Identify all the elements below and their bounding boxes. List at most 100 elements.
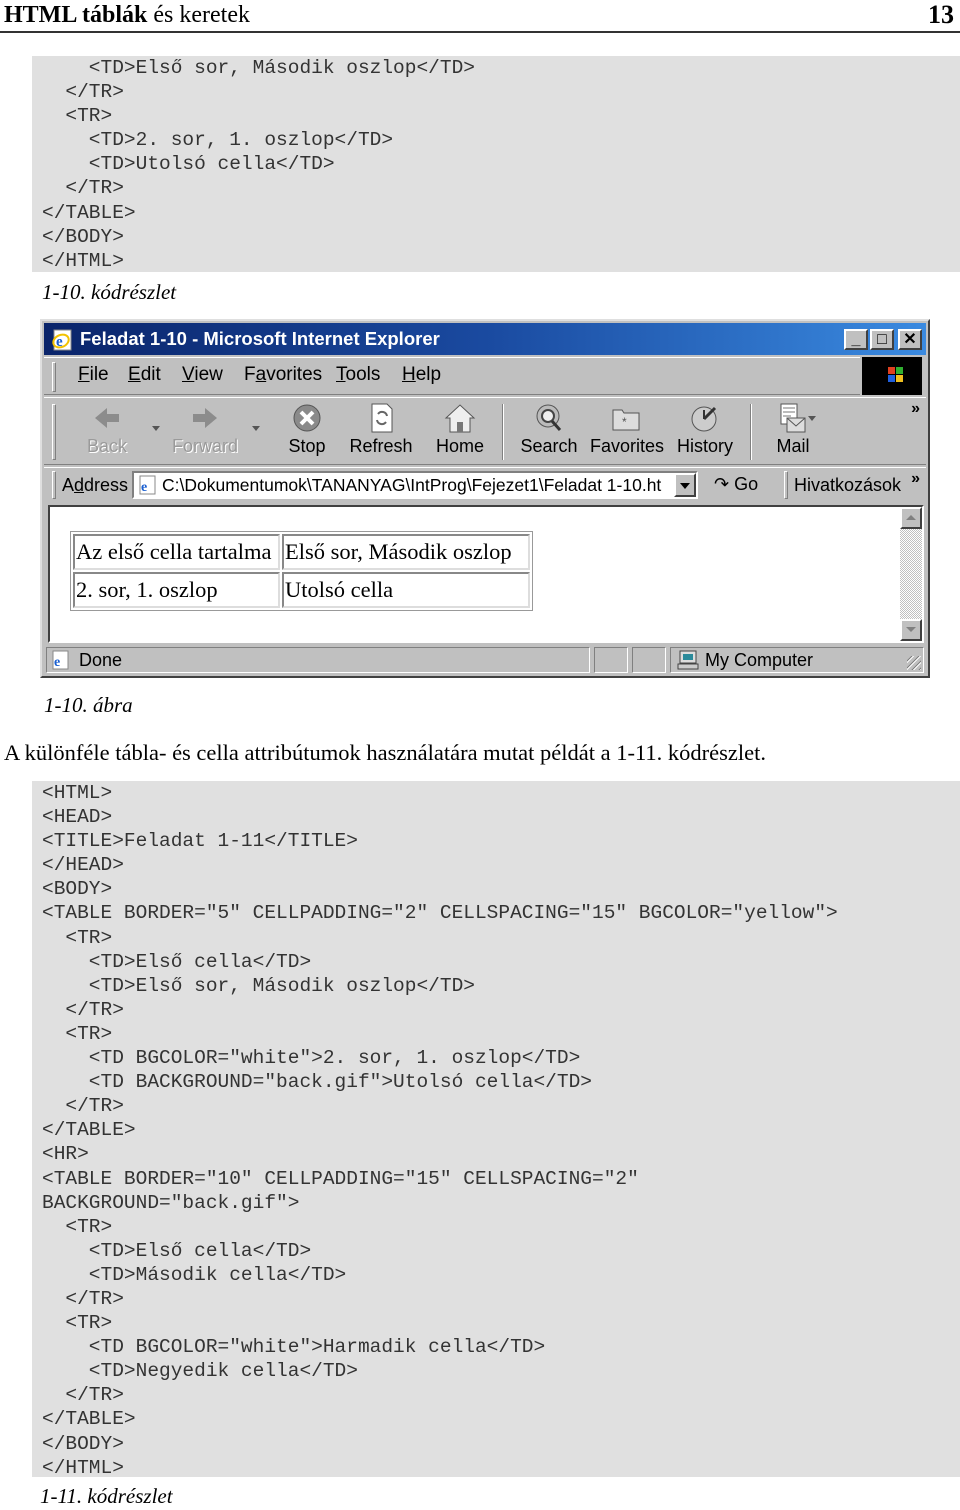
forward-label: Forward	[172, 436, 239, 456]
history-button[interactable]: History	[676, 402, 734, 462]
page-number: 13	[928, 0, 954, 29]
back-button[interactable]: Back	[74, 402, 140, 462]
code-line: <TITLE>Feladat 1-11</TITLE>	[42, 830, 358, 853]
table-cell: Első sor, Második oszlop	[282, 534, 530, 570]
refresh-label: Refresh	[349, 436, 413, 456]
toolbar-grip[interactable]	[52, 404, 56, 460]
go-label: Go	[734, 474, 759, 494]
stop-label: Stop	[288, 436, 326, 456]
code-line: </TR>	[42, 81, 124, 104]
code-line: </TR>	[42, 1384, 124, 1407]
resize-grip[interactable]	[907, 656, 921, 670]
caption-figure-1-10: 1-10. ábra	[44, 693, 133, 717]
vertical-scrollbar[interactable]	[900, 507, 922, 641]
search-label: Search	[520, 436, 578, 456]
minimize-button[interactable]: _	[844, 329, 868, 350]
code-line: <TD>Első sor, Második oszlop</TD>	[42, 57, 475, 79]
code-line: <BODY>	[42, 878, 113, 901]
mail-dropdown-icon[interactable]	[808, 416, 816, 421]
code-block-1-11: <HTML> <HEAD> <TITLE>Feladat 1-11</TITLE> <…	[32, 781, 960, 1479]
code-line: <TD>Második cella</TD>	[42, 1263, 347, 1286]
address-label: Address	[62, 475, 129, 495]
links-more-chevron[interactable]: »	[911, 470, 920, 488]
header-title-bold: HTML táblák	[4, 2, 148, 28]
code-line: <HR>	[42, 1143, 89, 1166]
menu-edit[interactable]: Edit	[128, 364, 161, 386]
code-line: <TD>Negyedik cella</TD>	[42, 1360, 358, 1383]
search-button[interactable]: Search	[518, 402, 580, 462]
windows-logo	[862, 357, 922, 395]
address-bar: Address e C:\Dokumentumok\TANANYAG\IntPr…	[44, 467, 926, 503]
stop-button[interactable]: Stop	[282, 402, 332, 462]
refresh-button[interactable]: Refresh	[348, 402, 414, 462]
status-text: Done	[79, 650, 123, 670]
mail-button[interactable]: Mail	[766, 402, 820, 462]
status-panel	[594, 647, 628, 673]
code-line: </HTML>	[42, 249, 124, 272]
code-line: </TABLE>	[42, 1119, 136, 1142]
code-line: </BODY>	[42, 1432, 124, 1455]
table-cell: Az első cella tartalma	[73, 534, 280, 570]
menu-view[interactable]: View	[182, 364, 223, 386]
address-input[interactable]: e C:\Dokumentumok\TANANYAG\IntProg\Fejez…	[132, 471, 698, 499]
back-dropdown-icon[interactable]	[152, 426, 160, 431]
menu-tools[interactable]: Tools	[336, 364, 380, 386]
caption-code-1-10: 1-10. kódrészlet	[42, 280, 177, 304]
table-cell: Utolsó cella	[282, 572, 530, 608]
code-line: <TABLE BORDER="10" CELLPADDING="15" CELL…	[42, 1167, 639, 1190]
code-line: </HEAD>	[42, 854, 124, 877]
links-button[interactable]: Hivatkozások	[794, 475, 901, 496]
demo-table: Az első cella tartalma Első sor, Második…	[70, 531, 533, 611]
search-icon	[536, 404, 562, 431]
history-clock-icon	[691, 406, 717, 432]
stop-icon	[293, 404, 321, 432]
menu-file[interactable]: File	[78, 364, 109, 386]
address-grip[interactable]	[52, 471, 56, 499]
scroll-down-button[interactable]	[900, 619, 922, 641]
mail-label: Mail	[776, 436, 810, 456]
code-line: </HTML>	[42, 1456, 124, 1479]
maximize-button[interactable]: □	[870, 329, 894, 350]
address-value: C:\Dokumentumok\TANANYAG\IntProg\Fejezet…	[162, 475, 662, 495]
code-line: <HTML>	[42, 782, 113, 804]
go-button[interactable]: ↷ Go	[714, 474, 758, 495]
status-panel	[632, 647, 666, 673]
home-button[interactable]: Home	[432, 402, 488, 462]
code-line: </TR>	[42, 1287, 124, 1310]
forward-dropdown-icon[interactable]	[252, 426, 260, 431]
close-button[interactable]: ✕	[898, 329, 922, 350]
code-line: </TR>	[42, 1095, 124, 1118]
title-bar[interactable]: e Feladat 1-10 - Microsoft Internet Expl…	[44, 323, 926, 355]
code-block-1-10: <TD>Első sor, Második oszlop</TD> </TR> …	[32, 56, 960, 272]
body-paragraph: A különféle tábla- és cella attribútumok…	[4, 740, 767, 765]
menu-favorites[interactable]: Favorites	[244, 364, 322, 386]
refresh-icon	[371, 403, 393, 433]
code-line: <TD BGCOLOR="white">Harmadik cella</TD>	[42, 1336, 546, 1359]
page-header: HTML táblák és keretek 13	[0, 0, 960, 33]
svg-text:*: *	[622, 415, 627, 429]
browser-window: e Feladat 1-10 - Microsoft Internet Expl…	[40, 319, 930, 678]
code-line: BACKGROUND="back.gif">	[42, 1191, 300, 1214]
toolbar-separator	[502, 404, 504, 460]
ie-logo-icon: e	[52, 329, 72, 351]
favorites-label: Favorites	[590, 436, 665, 456]
links-grip[interactable]	[784, 471, 788, 499]
status-zone-panel: My Computer	[670, 647, 924, 673]
back-arrow-icon	[95, 408, 119, 428]
toolbar-separator	[750, 404, 752, 460]
scroll-up-button[interactable]	[900, 507, 922, 529]
code-line: <TD>Első sor, Második oszlop</TD>	[42, 974, 475, 997]
window-title: Feladat 1-10 - Microsoft Internet Explor…	[80, 328, 440, 349]
code-line: </BODY>	[42, 225, 124, 248]
menu-grip[interactable]	[52, 362, 56, 392]
favorites-button[interactable]: * Favorites	[590, 402, 665, 462]
address-dropdown-button[interactable]	[674, 473, 696, 497]
toolbar-more-chevron[interactable]: »	[911, 400, 920, 418]
code-line: <TR>	[42, 1215, 113, 1238]
page-viewport: Az első cella tartalma Első sor, Második…	[48, 505, 924, 643]
status-bar: e Done My Computer	[44, 645, 926, 675]
menu-help[interactable]: Help	[402, 364, 441, 386]
windows-flag-icon	[888, 367, 903, 382]
svg-text:e: e	[54, 655, 60, 670]
forward-button[interactable]: Forward	[172, 402, 238, 462]
